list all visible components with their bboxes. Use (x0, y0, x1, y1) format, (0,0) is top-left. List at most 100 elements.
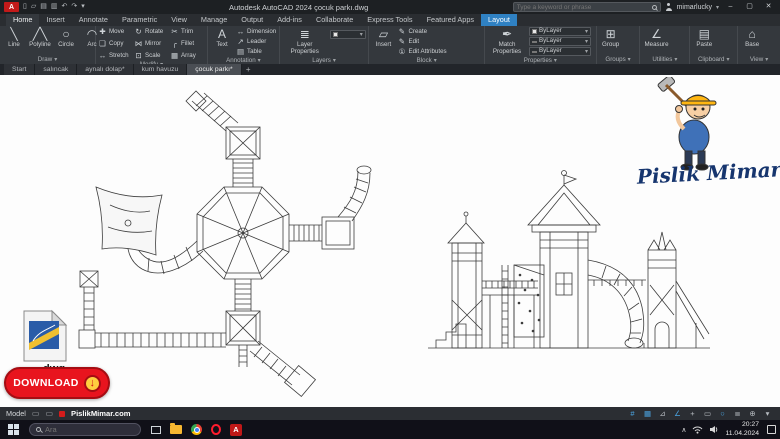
lineweight-dropdown[interactable]: ByLayer ▾ (529, 37, 592, 46)
autocad-taskbar-icon[interactable]: A (230, 423, 242, 436)
help-search-box[interactable] (512, 2, 661, 12)
copy-button[interactable]: ❏ Copy (98, 39, 133, 49)
leader-button[interactable]: ↗ Leader (236, 37, 276, 47)
tab-layout[interactable]: Layout (481, 14, 517, 26)
tray-expand-icon[interactable]: ∧ (681, 426, 686, 434)
tab-view[interactable]: View (164, 14, 194, 26)
doc-tab-salincak[interactable]: salıncak (35, 64, 78, 75)
opera-icon[interactable] (211, 424, 221, 435)
new-file-icon[interactable]: ▯ (23, 2, 27, 12)
polar-tracking-icon[interactable]: ∠ (671, 408, 684, 419)
object-color-dropdown[interactable]: ByLayer ▾ (529, 27, 592, 36)
doc-tab-kum-havuzu[interactable]: kum havuzu (133, 64, 188, 75)
line-button[interactable]: ╲ Line (2, 27, 26, 50)
model-tab[interactable]: Model (6, 409, 26, 418)
start-button[interactable] (8, 424, 19, 435)
polyline-button[interactable]: ╱╲ Polyline (28, 27, 52, 50)
tab-addins[interactable]: Add-ins (270, 14, 309, 26)
redo-icon[interactable]: ↷ (71, 2, 77, 12)
edit-block-button[interactable]: ✎ Edit (397, 37, 446, 47)
object-snap-icon[interactable]: + (686, 408, 699, 419)
signed-in-user[interactable]: mimarlucky (677, 4, 712, 11)
layer-properties-button[interactable]: ≣ Layer Properties (282, 27, 328, 57)
volume-icon[interactable] (709, 425, 719, 434)
panel-title-annotation[interactable]: Annotation ▾ (210, 57, 277, 64)
save-icon[interactable]: ▤ (40, 2, 47, 12)
grid-toggle-icon[interactable]: # (626, 408, 639, 419)
panel-title-properties[interactable]: Properties ▾ (487, 57, 594, 64)
close-button[interactable]: ✕ (761, 0, 776, 14)
base-view-button[interactable]: ⌂ Base (740, 27, 764, 50)
user-menu-chevron-icon[interactable]: ▾ (716, 4, 719, 11)
array-button[interactable]: ▦ Array (170, 51, 205, 61)
linetype-dropdown[interactable]: ByLayer ▾ (529, 47, 592, 56)
isodraft-icon[interactable]: ⊿ (656, 408, 669, 419)
panel-title-utilities[interactable]: Utilities ▾ (642, 55, 687, 64)
tab-home[interactable]: Home (6, 14, 40, 26)
drawing-canvas[interactable]: Pislik Mimar .dwg DOWNLOAD ↓ (0, 75, 780, 407)
chrome-icon[interactable] (191, 424, 202, 435)
tab-manage[interactable]: Manage (194, 14, 234, 26)
taskbar-clock[interactable]: 20:27 11.04.2024 (725, 421, 759, 438)
layout-sheet-icon[interactable]: ▭ (45, 409, 53, 418)
action-center-icon[interactable] (767, 425, 776, 434)
trim-button[interactable]: ✂ Trim (170, 27, 205, 37)
doc-tab-cocuk-parki[interactable]: çocuk parkı* (187, 64, 242, 75)
autocad-app-icon[interactable]: A (4, 2, 19, 12)
new-drawing-tab-button[interactable]: + (242, 64, 255, 75)
insert-button[interactable]: ▱ Insert (371, 27, 395, 50)
plot-icon[interactable]: ▥ (51, 2, 58, 12)
customize-chevron-icon[interactable]: ▾ (761, 408, 774, 419)
stretch-button[interactable]: ↔ Stretch (98, 51, 133, 61)
scale-button[interactable]: ⊡ Scale (134, 51, 169, 61)
mirror-button[interactable]: ⋈ Mirror (134, 39, 169, 49)
dwg-file-icon[interactable] (20, 309, 70, 363)
group-button[interactable]: ⊞ Group (599, 27, 623, 50)
text-button[interactable]: A Text (210, 27, 234, 50)
model-space-icon[interactable]: ▭ (32, 409, 40, 418)
paste-button[interactable]: ▤ Paste (692, 27, 716, 50)
panel-title-view[interactable]: View ▾ (740, 55, 778, 64)
panel-title-groups[interactable]: Groups ▾ (599, 55, 638, 64)
tab-insert[interactable]: Insert (39, 14, 71, 26)
annotation-scale-icon[interactable]: ▭ (701, 408, 714, 419)
dimension-button[interactable]: ↔ Dimension (236, 27, 276, 37)
undo-icon[interactable]: ↶ (62, 2, 68, 12)
maximize-button[interactable]: ▢ (742, 0, 757, 14)
layer-dropdown[interactable]: ▾ (329, 30, 366, 39)
circle-button[interactable]: ○ Circle (54, 27, 78, 50)
tab-express-tools[interactable]: Express Tools (360, 14, 419, 26)
table-button[interactable]: ▤ Table (236, 47, 276, 57)
panel-title-draw[interactable]: Draw ▾ (2, 55, 93, 64)
qat-more-icon[interactable]: ▾ (81, 2, 85, 12)
taskbar-search-box[interactable] (29, 423, 142, 436)
move-button[interactable]: ✚ Move (98, 27, 133, 37)
rotate-button[interactable]: ↻ Rotate (134, 27, 169, 37)
panel-title-layers[interactable]: Layers ▾ (282, 57, 367, 64)
task-view-icon[interactable] (151, 425, 161, 434)
minimize-button[interactable]: – (723, 0, 738, 14)
tab-collaborate[interactable]: Collaborate (309, 14, 360, 26)
panel-title-block[interactable]: Block ▾ (371, 57, 482, 64)
panel-title-clipboard[interactable]: Clipboard ▾ (692, 55, 735, 64)
tab-featured-apps[interactable]: Featured Apps (420, 14, 481, 26)
isolate-objects-icon[interactable]: ⊕ (746, 408, 759, 419)
download-button[interactable]: DOWNLOAD ↓ (4, 367, 110, 399)
tab-parametric[interactable]: Parametric (115, 14, 164, 26)
tab-output[interactable]: Output (234, 14, 270, 26)
edit-attributes-button[interactable]: ① Edit Attributes (397, 47, 447, 57)
fillet-button[interactable]: ╭ Fillet (170, 39, 205, 49)
doc-tab-aynali-dolap[interactable]: aynalı dolap* (77, 64, 134, 75)
doc-tab-start[interactable]: Start (4, 64, 36, 75)
match-properties-button[interactable]: ✒ Match Properties (487, 27, 527, 57)
snap-toggle-icon[interactable]: ▦ (641, 408, 654, 419)
workspace-icon[interactable]: ○ (716, 408, 729, 419)
tab-annotate[interactable]: Annotate (72, 14, 115, 26)
file-explorer-icon[interactable] (170, 423, 182, 434)
open-file-icon[interactable]: ▱ (31, 2, 36, 12)
taskbar-search-input[interactable] (45, 425, 142, 434)
hardware-accel-icon[interactable]: ≣ (731, 408, 744, 419)
measure-button[interactable]: ∠ Measure (642, 27, 670, 50)
create-block-button[interactable]: ✎ Create (397, 27, 446, 37)
help-search-input[interactable] (516, 3, 649, 11)
